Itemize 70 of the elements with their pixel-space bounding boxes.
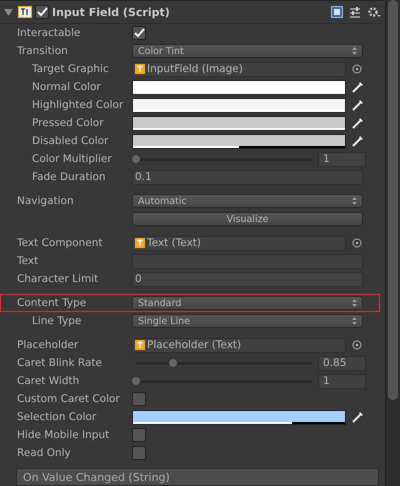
- checkbox[interactable]: [132, 428, 146, 442]
- field-label: Highlighted Color: [32, 99, 124, 111]
- slider-thumb[interactable]: [168, 358, 178, 368]
- text-asset-icon: [135, 340, 145, 350]
- text-asset-icon: [135, 238, 145, 248]
- up-down-arrow-icon: [352, 299, 357, 307]
- color-field[interactable]: [132, 134, 346, 148]
- field-label: Interactable: [17, 27, 80, 39]
- field-label: Caret Width: [17, 375, 80, 387]
- object-field[interactable]: Placeholder (Text): [132, 338, 346, 352]
- color-field[interactable]: [132, 116, 346, 130]
- checkbox[interactable]: [132, 392, 146, 406]
- field-label: Character Limit: [17, 273, 98, 285]
- enabled-checkbox[interactable]: [35, 5, 49, 19]
- dropdown[interactable]: Color Tint: [132, 44, 363, 58]
- field-label: Hide Mobile Input: [17, 429, 110, 441]
- eyedropper-icon[interactable]: [352, 135, 364, 147]
- field-label: Text Component: [17, 237, 103, 249]
- visualize-button[interactable]: Visualize: [132, 212, 363, 226]
- field-label: Read Only: [17, 447, 71, 459]
- target-icon[interactable]: [352, 340, 362, 350]
- field-label: Line Type: [32, 315, 82, 327]
- field-label: Transition: [17, 45, 68, 57]
- up-down-arrow-icon: [352, 317, 357, 325]
- slider-thumb[interactable]: [131, 376, 141, 386]
- number-field[interactable]: 1: [318, 152, 366, 166]
- component-title: Input Field (Script): [52, 6, 170, 18]
- text-field[interactable]: 0.1: [132, 170, 363, 184]
- scrollbar[interactable]: [385, 0, 400, 486]
- field-label: Navigation: [17, 195, 74, 207]
- color-field[interactable]: [132, 98, 346, 112]
- text-field-icon: [18, 6, 32, 18]
- field-label: Color Multiplier: [32, 153, 112, 165]
- object-field[interactable]: InputField (Image): [132, 62, 346, 76]
- field-label: Caret Blink Rate: [17, 357, 102, 369]
- settings-icon[interactable]: [367, 6, 382, 18]
- dropdown[interactable]: Single Line: [132, 314, 363, 328]
- number-field[interactable]: 1: [318, 374, 366, 388]
- target-icon[interactable]: [352, 238, 362, 248]
- field-label: Target Graphic: [32, 63, 109, 75]
- field-label: Pressed Color: [32, 117, 104, 129]
- field-label: Content Type: [17, 297, 86, 309]
- slider-thumb[interactable]: [131, 154, 141, 164]
- checkbox[interactable]: [132, 26, 146, 40]
- field-label: Text: [17, 255, 38, 267]
- dropdown[interactable]: Automatic: [132, 194, 363, 208]
- color-field[interactable]: [132, 80, 346, 94]
- checkbox[interactable]: [132, 446, 146, 460]
- text-field[interactable]: 0: [132, 272, 363, 286]
- field-label: Disabled Color: [32, 135, 108, 147]
- field-label: Custom Caret Color: [17, 393, 120, 405]
- field-label: Placeholder: [17, 339, 78, 351]
- text-asset-icon: [135, 64, 145, 74]
- sliders-icon[interactable]: [349, 6, 362, 18]
- color-field[interactable]: [132, 410, 346, 424]
- target-icon[interactable]: [352, 64, 362, 74]
- foldout-arrow-icon[interactable]: [4, 8, 13, 16]
- event-header: On Value Changed (String): [16, 468, 380, 486]
- up-down-arrow-icon: [352, 47, 357, 55]
- dropdown[interactable]: Standard: [132, 296, 363, 310]
- eyedropper-icon[interactable]: [352, 411, 364, 423]
- object-field[interactable]: Text (Text): [132, 236, 346, 250]
- eyedropper-icon[interactable]: [352, 99, 364, 111]
- field-label: Normal Color: [32, 81, 101, 93]
- field-label: Selection Color: [17, 411, 96, 423]
- up-down-arrow-icon: [352, 197, 357, 205]
- eyedropper-icon[interactable]: [352, 81, 364, 93]
- eyedropper-icon[interactable]: [352, 117, 364, 129]
- field-label: Fade Duration: [32, 171, 106, 183]
- number-field[interactable]: 0.85: [318, 356, 366, 370]
